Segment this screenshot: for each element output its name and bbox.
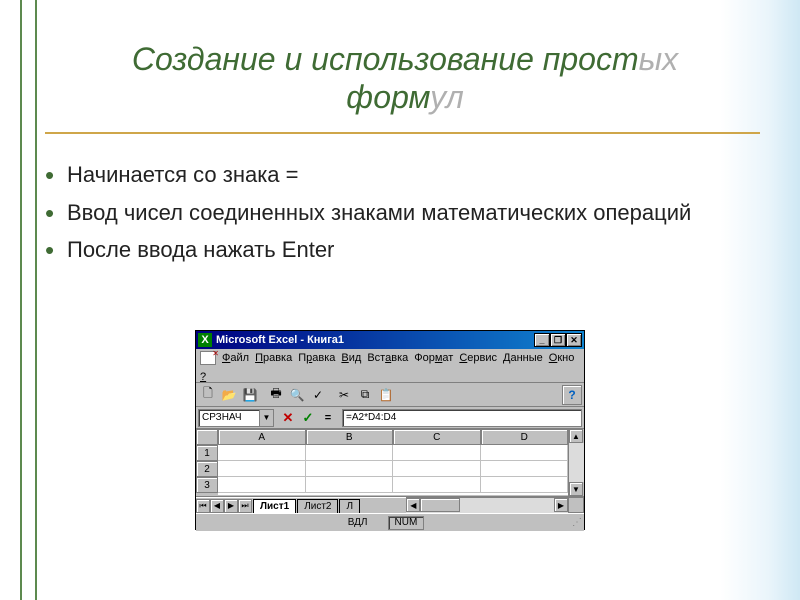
menu-edit[interactable]: Правка	[255, 352, 292, 364]
open-icon[interactable]: 📂	[219, 385, 239, 405]
menu-data[interactable]: Данные	[503, 352, 543, 364]
window-title: Microsoft Excel - Книга1	[216, 334, 534, 346]
column-header[interactable]: B	[306, 429, 394, 445]
preview-icon[interactable]: 🔍	[287, 385, 307, 405]
help-icon[interactable]: ?	[562, 385, 582, 405]
tab-nav-first-icon[interactable]: ⏮	[196, 499, 210, 513]
formula-edit-icon[interactable]: =	[319, 409, 337, 427]
sheet-tab[interactable]: Л	[339, 499, 360, 513]
scroll-left-icon[interactable]: ◀	[406, 498, 420, 512]
maximize-button[interactable]: ❐	[550, 333, 566, 347]
bullet-item: После ввода нажать Enter	[45, 235, 770, 265]
tab-nav-prev-icon[interactable]: ◀	[210, 499, 224, 513]
row-header[interactable]: 2	[196, 461, 218, 477]
vertical-scrollbar[interactable]: ▲ ▼	[568, 429, 584, 496]
column-headers: A B C D	[218, 429, 568, 445]
title-line1: Создание и использование прост	[132, 41, 639, 77]
copy-icon[interactable]: ⧉	[355, 385, 375, 405]
cells-area[interactable]	[218, 445, 568, 495]
menu-insert[interactable]: Вставка	[367, 352, 408, 364]
document-icon[interactable]	[200, 351, 216, 365]
window-titlebar[interactable]: X Microsoft Excel - Книга1 _ ❐ ✕	[196, 331, 584, 349]
horizontal-scrollbar[interactable]: ◀ ▶	[406, 497, 568, 513]
paste-icon[interactable]: 📋	[376, 385, 396, 405]
bullet-list: Начинается со знака = Ввод чисел соедине…	[45, 160, 770, 273]
scroll-corner	[568, 497, 584, 513]
column-header[interactable]: C	[393, 429, 481, 445]
print-icon[interactable]: 🖶	[266, 385, 286, 405]
column-header[interactable]: D	[481, 429, 569, 445]
vertical-rule-1	[20, 0, 22, 600]
name-box[interactable]: СРЗНАЧ ▼	[198, 409, 274, 427]
formula-input[interactable]: =A2*D4:D4	[342, 409, 582, 427]
row-headers: 1 2 3	[196, 429, 218, 496]
column-header[interactable]: A	[218, 429, 306, 445]
formula-enter-icon[interactable]: ✓	[299, 409, 317, 427]
menu-edit2[interactable]: Правка	[298, 352, 335, 364]
standard-toolbar: 🗋 📂 💾 🖶 🔍 ✓ ✂ ⧉ 📋 ?	[196, 383, 584, 407]
slide-title: Создание и использование простых формул	[50, 40, 760, 117]
menu-bar: Файл Правка Правка Вид Вставка Формат Се…	[196, 349, 584, 383]
name-box-dropdown-icon[interactable]: ▼	[259, 410, 273, 426]
save-icon[interactable]: 💾	[240, 385, 260, 405]
title-line2-suffix: ул	[430, 79, 464, 115]
bullet-item: Ввод чисел соединенных знаками математич…	[45, 198, 770, 228]
menu-format[interactable]: Формат	[414, 352, 453, 364]
menu-window[interactable]: Окно	[549, 352, 575, 364]
scroll-down-icon[interactable]: ▼	[569, 482, 583, 496]
row-header[interactable]: 3	[196, 477, 218, 493]
spreadsheet-grid: 1 2 3 A B C D ▲ ▼	[196, 429, 584, 497]
menu-file[interactable]: Файл	[222, 352, 249, 364]
select-all-corner[interactable]	[196, 429, 218, 445]
close-button[interactable]: ✕	[566, 333, 582, 347]
row-header[interactable]: 1	[196, 445, 218, 461]
title-line2: форм	[346, 79, 430, 115]
title-line1-suffix: ых	[639, 41, 679, 77]
status-numlock: NUM	[388, 516, 425, 530]
scroll-right-icon[interactable]: ▶	[554, 498, 568, 512]
status-bar: ВДЛ NUM ⋰	[196, 513, 584, 531]
new-icon[interactable]: 🗋	[198, 385, 218, 405]
name-box-value: СРЗНАЧ	[202, 412, 242, 423]
formula-bar: СРЗНАЧ ▼ ✕ ✓ = =A2*D4:D4	[196, 407, 584, 429]
bullet-item: Начинается со знака =	[45, 160, 770, 190]
sheet-tab[interactable]: Лист2	[297, 499, 338, 513]
menu-help[interactable]: ?	[200, 371, 206, 383]
scroll-thumb[interactable]	[420, 498, 460, 512]
menu-view[interactable]: Вид	[341, 352, 361, 364]
cut-icon[interactable]: ✂	[334, 385, 354, 405]
excel-app-icon: X	[198, 333, 212, 347]
menu-tools[interactable]: Сервис	[459, 352, 497, 364]
vertical-rule-2	[35, 0, 37, 600]
excel-window: X Microsoft Excel - Книга1 _ ❐ ✕ Файл Пр…	[195, 330, 585, 530]
sheet-tabs: ⏮ ◀ ▶ ⏭ Лист1 Лист2 Л	[196, 497, 406, 513]
title-underline	[45, 132, 760, 134]
tab-nav-next-icon[interactable]: ▶	[224, 499, 238, 513]
sheet-tab[interactable]: Лист1	[253, 499, 296, 513]
spell-icon[interactable]: ✓	[308, 385, 328, 405]
resize-grip-icon[interactable]: ⋰	[572, 517, 580, 528]
minimize-button[interactable]: _	[534, 333, 550, 347]
status-mode: ВДЛ	[348, 517, 368, 528]
scroll-up-icon[interactable]: ▲	[569, 429, 583, 443]
formula-value: =A2*D4:D4	[346, 412, 396, 423]
formula-cancel-icon[interactable]: ✕	[279, 409, 297, 427]
tab-nav-last-icon[interactable]: ⏭	[238, 499, 252, 513]
